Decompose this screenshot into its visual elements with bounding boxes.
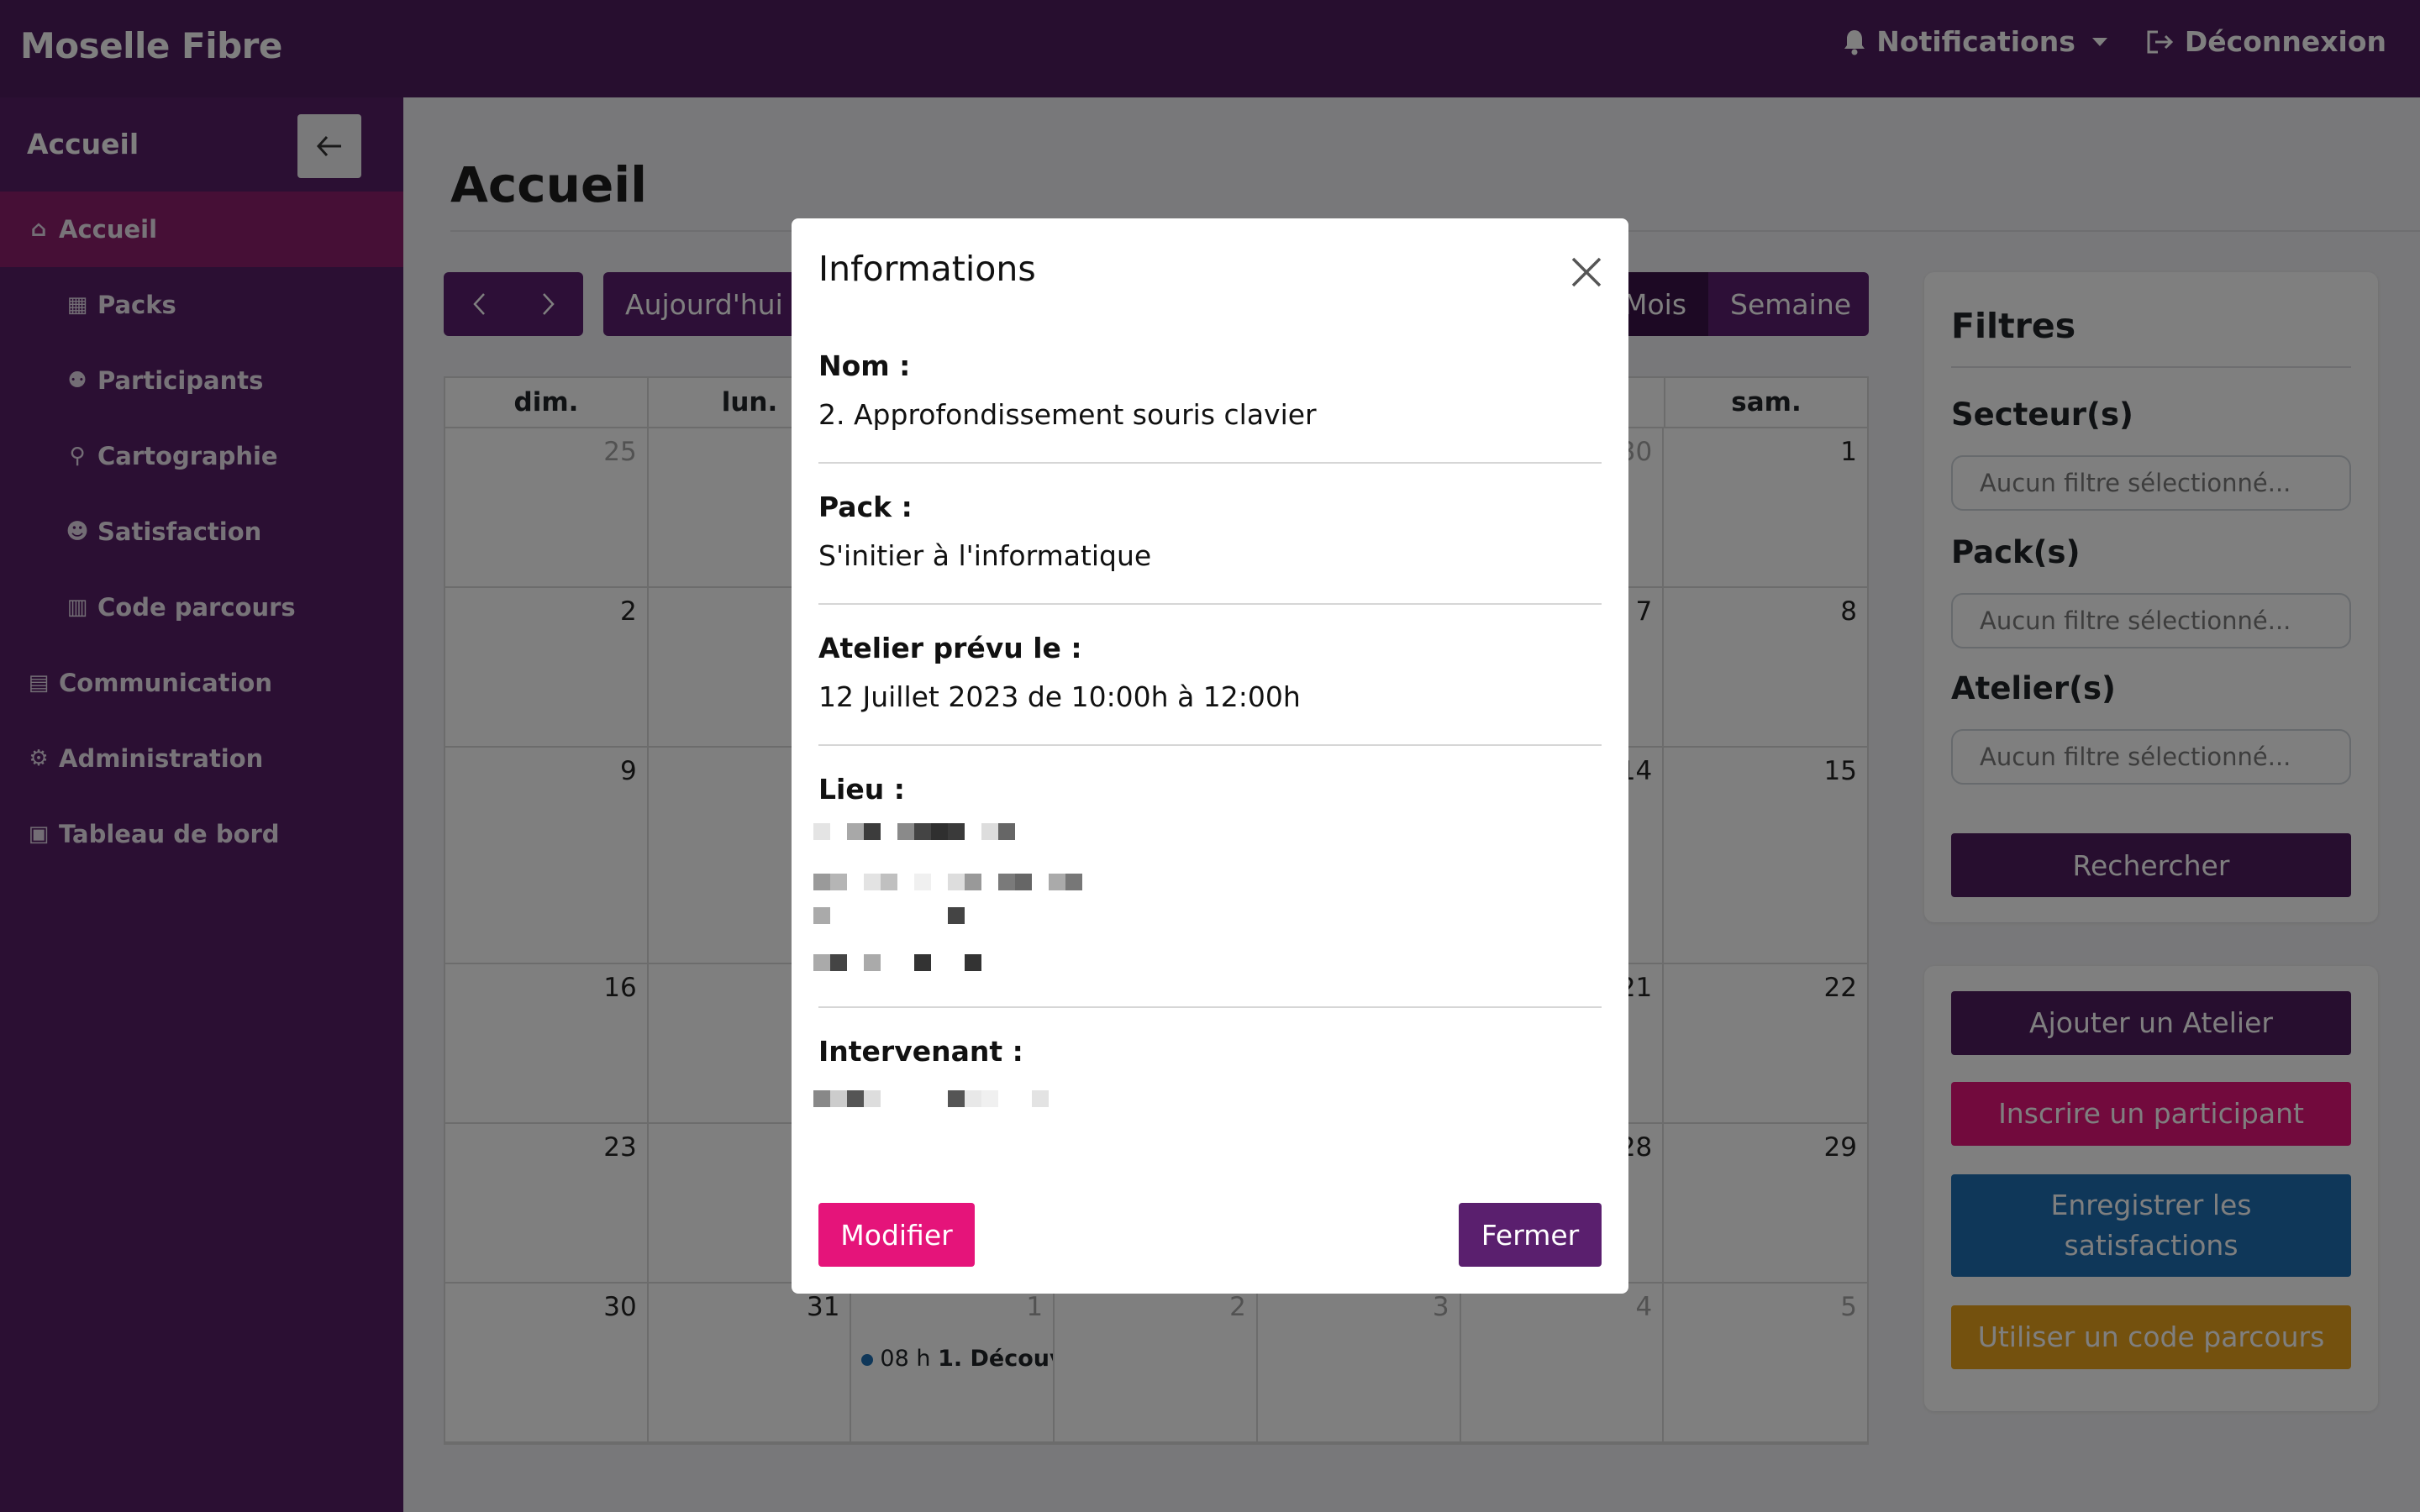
pack-value: S'initier à l'informatique [818, 539, 1152, 572]
divider [818, 1006, 1602, 1008]
name-label: Nom : [818, 349, 911, 382]
name-value: 2. Approfondissement souris clavier [818, 398, 1317, 431]
redacted-address-line [813, 907, 965, 924]
informations-modal: Informations Nom : 2. Approfondissement … [792, 218, 1628, 1294]
place-label: Lieu : [818, 773, 905, 806]
redacted-speaker-name [813, 1090, 1049, 1107]
redacted-address-line [813, 954, 981, 971]
close-icon[interactable] [1565, 250, 1608, 294]
redacted-address-line [813, 874, 1082, 890]
close-button[interactable]: Fermer [1459, 1203, 1602, 1267]
date-label: Atelier prévu le : [818, 632, 1082, 664]
pack-label: Pack : [818, 491, 913, 523]
divider [818, 744, 1602, 746]
redacted-address-line [813, 823, 1015, 840]
date-value: 12 Juillet 2023 de 10:00h à 12:00h [818, 680, 1301, 713]
divider [818, 462, 1602, 464]
modal-title: Informations [818, 249, 1036, 289]
divider [818, 603, 1602, 605]
edit-button[interactable]: Modifier [818, 1203, 975, 1267]
speaker-label: Intervenant : [818, 1035, 1023, 1068]
